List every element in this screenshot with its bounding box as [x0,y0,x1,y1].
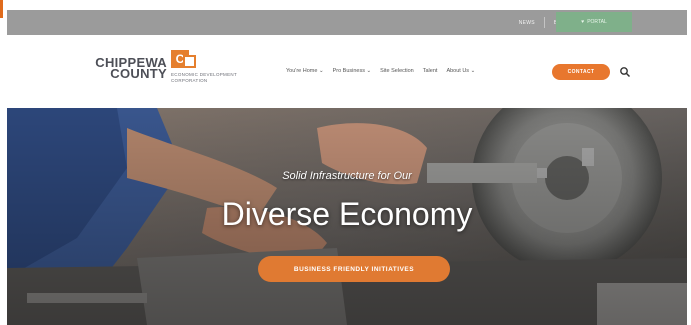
news-link[interactable]: NEWS [516,20,538,26]
nav-site-selection[interactable]: Site Selection [380,68,414,74]
logo-wordmark[interactable]: CHIPPEWA COUNTY [87,56,167,80]
site-header: CHIPPEWA COUNTY C ECONOMIC DEVELOPMENT C… [7,35,687,108]
orange-edge-marker [0,0,3,18]
portal-button[interactable]: ♥ PORTAL [556,12,632,32]
logo-mark-square [183,55,196,68]
utility-divider [543,17,545,28]
business-initiatives-button[interactable]: BUSINESS FRIENDLY INITIATIVES [258,256,450,282]
search-icon[interactable] [619,66,631,78]
nav-pro-business[interactable]: Pro Business ⌄ [333,68,372,74]
hero-banner: Solid Infrastructure for Our Diverse Eco… [7,108,687,325]
nav-youre-home[interactable]: You're Home ⌄ [286,68,324,74]
hero-title: Diverse Economy [221,196,473,232]
heart-icon: ♥ [581,19,585,25]
contact-button[interactable]: CONTACT [552,64,610,80]
hero-subtitle: Solid Infrastructure for Our [282,170,412,182]
portal-label: PORTAL [587,19,607,25]
utility-bar: NEWS BLOG f in ✉ ♥ PORTAL [7,10,687,35]
main-nav: You're Home ⌄ Pro Business ⌄ Site Select… [286,68,475,74]
nav-talent[interactable]: Talent [423,68,438,74]
page-top-edge [0,0,691,3]
nav-about-us[interactable]: About Us ⌄ [446,68,475,74]
logo-subtitle: ECONOMIC DEVELOPMENT CORPORATION [171,72,237,83]
